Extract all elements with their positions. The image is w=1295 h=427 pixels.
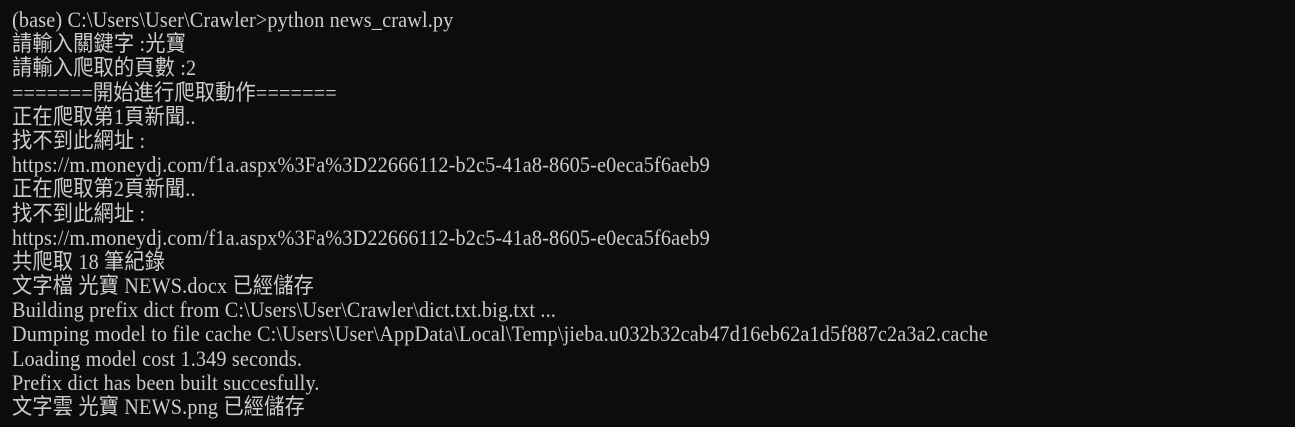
output-line-start-crawl: =======開始進行爬取動作======= <box>12 79 337 105</box>
output-line-loading-model: Loading model cost 1.349 seconds. <box>12 345 303 371</box>
output-line-record-count: 共爬取 18 筆紀錄 <box>12 248 166 274</box>
output-line-docx-saved: 文字檔 光寶 NEWS.docx 已經儲存 <box>12 273 314 299</box>
output-line-prefix-dict-built: Prefix dict has been built succesfully. <box>12 369 320 395</box>
output-line-url-not-found-1: 找不到此網址 : <box>12 127 146 153</box>
output-line-png-saved: 文字雲 光寶 NEWS.png 已經儲存 <box>12 394 305 419</box>
terminal-console[interactable]: (base) C:\Users\User\Crawler>python news… <box>0 0 1295 427</box>
output-line-crawling-page-1: 正在爬取第1頁新聞.. <box>12 103 196 129</box>
output-line-page-count-input: 請輸入爬取的頁數 :2 <box>12 55 197 81</box>
output-line-url-2: https://m.moneydj.com/f1a.aspx%3Fa%3D226… <box>12 224 710 250</box>
output-line-crawling-page-2: 正在爬取第2頁新聞.. <box>12 176 196 202</box>
output-line-keyword-input: 請輸入關鍵字 :光寶 <box>12 31 186 57</box>
output-line-url-1: https://m.moneydj.com/f1a.aspx%3Fa%3D226… <box>12 152 710 178</box>
output-line-dumping-model: Dumping model to file cache C:\Users\Use… <box>12 321 988 347</box>
output-line-building-prefix-dict: Building prefix dict from C:\Users\User\… <box>12 297 556 323</box>
output-line-url-not-found-2: 找不到此網址 : <box>12 200 146 226</box>
prompt-command-line: (base) C:\Users\User\Crawler>python news… <box>12 7 454 32</box>
